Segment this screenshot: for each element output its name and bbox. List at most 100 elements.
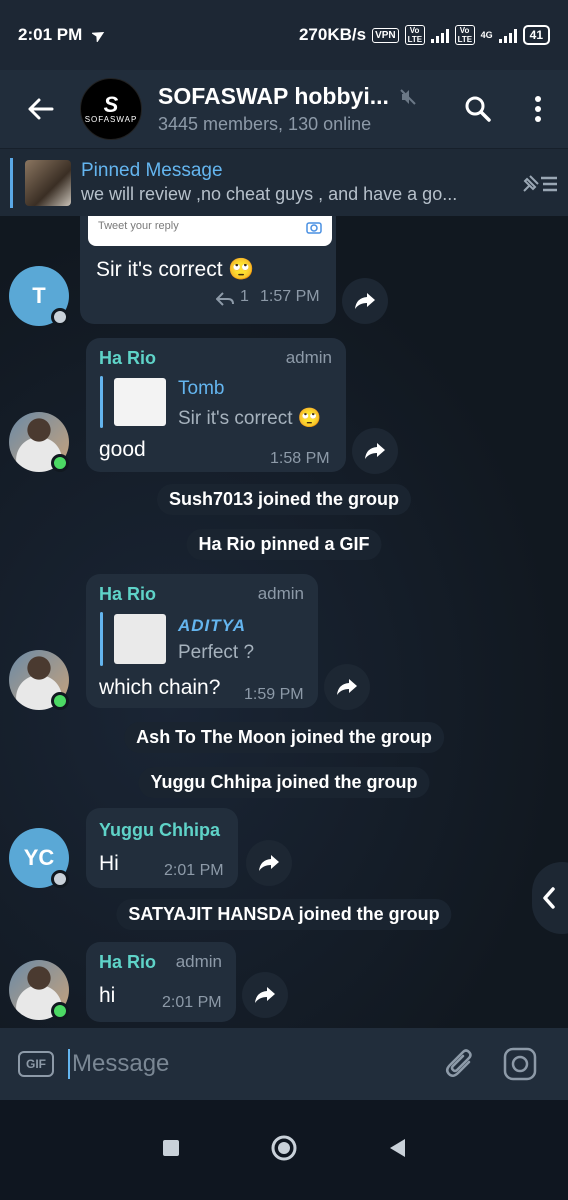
chat-title-area[interactable]: SOFASWAP hobbyi... 3445 members, 130 onl…	[158, 83, 448, 135]
home-button[interactable]	[270, 1134, 298, 1167]
vpn-badge: VPN	[372, 27, 399, 43]
back-button[interactable]	[0, 70, 80, 148]
sender-name: Yuggu Chhipa	[99, 820, 220, 840]
admin-badge: admin	[257, 584, 304, 603]
forward-button[interactable]	[324, 664, 370, 710]
message-bubble[interactable]: Tweet your reply Sir it's correct 🙄 1 1:…	[80, 216, 336, 324]
group-avatar-text: SOFASWAP	[84, 114, 138, 124]
reply-author: ADITYA	[178, 616, 247, 635]
sender-name: Ha Rio	[99, 952, 157, 972]
muted-icon	[400, 88, 416, 105]
service-message: Ha Rio pinned a GIF	[186, 529, 382, 560]
status-time: 2:01 PM	[18, 25, 83, 44]
pinned-accent-bar	[10, 157, 13, 208]
offline-indicator	[51, 308, 69, 326]
more-menu-button[interactable]	[508, 70, 568, 148]
share-arrow-icon	[259, 855, 279, 871]
gif-button[interactable]: GIF	[18, 1051, 54, 1077]
forward-button[interactable]	[352, 428, 398, 474]
message-text: hi	[99, 984, 116, 1007]
sender-name: Ha Rio	[99, 584, 157, 604]
reply-quote-bar	[100, 612, 103, 666]
pinned-text: we will review ,no cheat guys , and have…	[81, 184, 458, 204]
share-arrow-icon	[337, 679, 357, 695]
side-panel-toggle[interactable]	[532, 862, 568, 934]
chat-messages-area[interactable]: Tweet your reply Sir it's correct 🙄 1 1:…	[0, 216, 568, 1028]
message-text: Hi	[99, 852, 119, 875]
network-speed: 270KB/s	[298, 25, 367, 44]
network-type: 4G	[480, 30, 493, 40]
service-message: SATYAJIT HANSDA joined the group	[116, 899, 452, 930]
status-bar: 2:01 PM 270KB/s VPN Vo LTE Vo LTE 4G 41	[0, 0, 568, 70]
pinned-label: Pinned Message	[81, 160, 223, 181]
reply-quote-bar	[100, 376, 103, 428]
reply-arrow-icon	[216, 292, 234, 306]
chat-title-row: SOFASWAP hobbyi...	[158, 83, 448, 110]
service-message: Sush7013 joined the group	[156, 484, 412, 515]
offline-indicator	[51, 870, 69, 888]
search-button[interactable]	[448, 70, 508, 148]
reply-thumbnail	[114, 614, 166, 664]
message-bubble[interactable]: Ha Rio admin ADITYA Perfect ? which chai…	[86, 574, 318, 708]
reply-text: Sir it's correct 🙄	[178, 408, 322, 429]
circle-home-icon	[271, 1135, 297, 1160]
instagram-camera-icon	[503, 1047, 537, 1081]
system-nav-bar	[0, 1100, 568, 1200]
message-composer: GIF	[0, 1028, 568, 1100]
signal-icon	[430, 27, 449, 43]
more-vert-icon	[535, 96, 541, 122]
message-text: which chain?	[99, 676, 221, 699]
chat-subtitle: 3445 members, 130 online	[158, 114, 372, 134]
admin-badge: admin	[285, 348, 332, 367]
sender-name: Ha Rio	[99, 348, 157, 368]
battery-indicator: 41	[522, 25, 550, 45]
message-time: 1:57 PM	[260, 288, 320, 305]
camera-button[interactable]	[490, 1047, 550, 1081]
online-indicator	[51, 454, 69, 472]
reply-count: 1	[240, 288, 249, 305]
message-bubble[interactable]: Ha Rio admin hi 2:01 PM	[86, 942, 236, 1022]
attach-button[interactable]	[430, 1047, 490, 1081]
volte-badge-2: Vo LTE	[454, 25, 475, 45]
share-arrow-icon	[355, 293, 375, 309]
reply-author: Tomb	[178, 378, 225, 399]
message-time: 1:59 PM	[244, 686, 304, 703]
share-arrow-icon	[255, 987, 275, 1003]
chevron-left-icon	[543, 887, 555, 909]
avatar-initial: YC	[23, 845, 55, 870]
group-avatar[interactable]: S SOFASWAP	[80, 78, 142, 140]
online-indicator	[51, 692, 69, 710]
message-time: 2:01 PM	[162, 994, 222, 1011]
online-indicator	[51, 1002, 69, 1020]
pinned-thumbnail	[25, 159, 71, 206]
share-arrow-icon	[365, 443, 385, 459]
message-time: 2:01 PM	[164, 862, 224, 879]
message-time: 1:58 PM	[270, 450, 330, 467]
message-text: good	[99, 438, 146, 461]
avatar-initial: T	[32, 283, 46, 308]
forward-button[interactable]	[246, 840, 292, 886]
service-message: Yuggu Chhipa joined the group	[138, 767, 430, 798]
recents-button[interactable]	[162, 1139, 180, 1162]
chat-title: SOFASWAP hobbyi...	[158, 83, 389, 109]
pinned-text-area: Pinned Message we will review ,no cheat …	[81, 160, 512, 205]
forward-button[interactable]	[242, 972, 288, 1018]
pinned-message-bar[interactable]: Pinned Message we will review ,no cheat …	[0, 148, 568, 216]
camera-icon	[306, 222, 322, 234]
message-bubble[interactable]: Ha Rio admin Tomb Sir it's correct 🙄 goo…	[86, 338, 346, 472]
signal-icon-2	[498, 27, 517, 43]
search-icon	[465, 96, 491, 122]
send-arrow-icon	[92, 32, 105, 42]
reply-thumbnail	[114, 378, 166, 426]
chat-header: S SOFASWAP SOFASWAP hobbyi... 3445 membe…	[0, 70, 568, 148]
pin-list-icon	[523, 174, 557, 192]
triangle-back-icon	[390, 1138, 405, 1157]
forward-button[interactable]	[342, 278, 388, 324]
back-nav-button[interactable]	[388, 1138, 406, 1163]
message-text: Sir it's correct 🙄	[96, 258, 255, 281]
message-input[interactable]	[68, 1049, 430, 1079]
pin-list-button[interactable]	[512, 171, 568, 195]
square-icon	[163, 1139, 179, 1156]
admin-badge: admin	[175, 952, 222, 971]
message-bubble[interactable]: Yuggu Chhipa Hi 2:01 PM	[86, 808, 238, 888]
